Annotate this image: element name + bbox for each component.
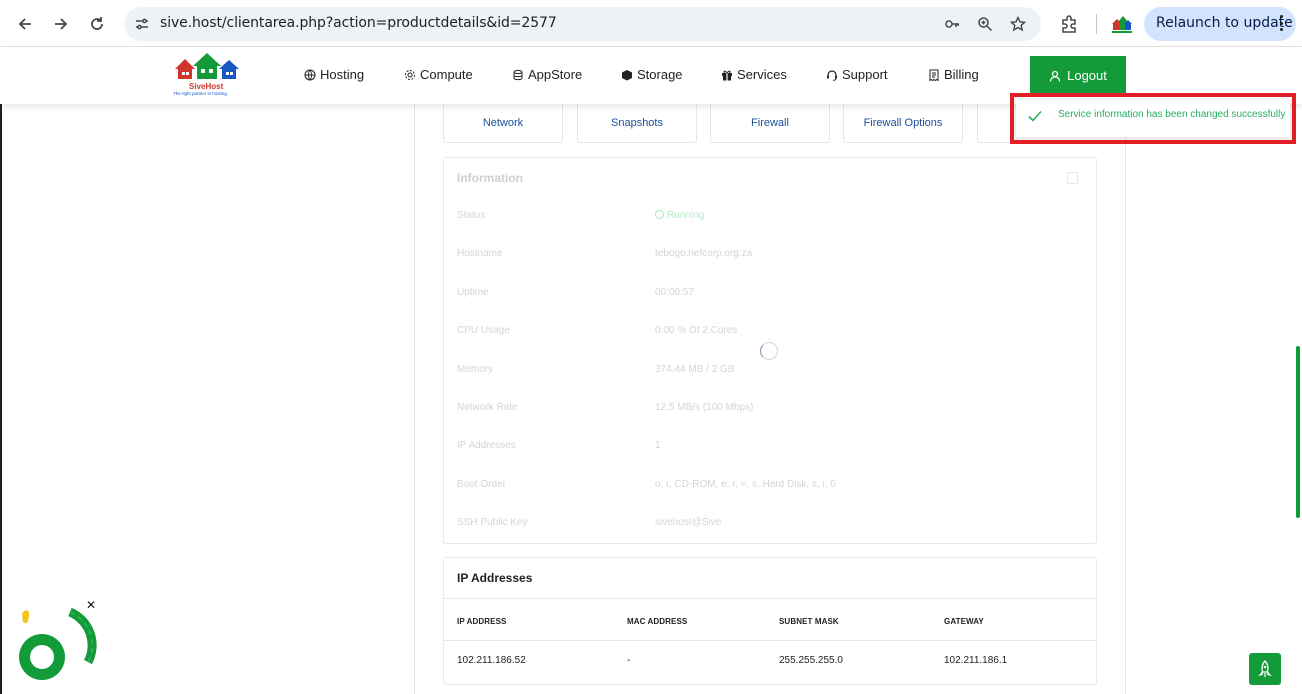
status-value: Running [655, 210, 704, 221]
profile-avatar-icon[interactable] [1110, 12, 1134, 36]
menu-billing-label: Billing [944, 67, 979, 82]
network-rate-value: 12.5 MB/s (100 Mbps) [655, 402, 754, 413]
logo-brand-text: SiveHost [189, 82, 224, 91]
cell-ip-address: 102.211.186.52 [457, 655, 526, 666]
content-left-border [414, 104, 415, 694]
menu-support-label: Support [842, 67, 888, 82]
menu-compute-label: Compute [420, 67, 473, 82]
ip-addresses-title: IP Addresses [457, 571, 533, 585]
tab-firewall-options[interactable]: Firewall Options [843, 104, 963, 143]
status-text: Running [667, 210, 705, 221]
cell-subnet-mask: 255.255.255.0 [779, 655, 843, 666]
information-title: Information [457, 171, 523, 185]
uptime-label: Uptime [457, 287, 489, 298]
globe-icon [304, 69, 316, 80]
database-icon [513, 69, 523, 80]
memory-value: 374.44 MB / 2 GB [655, 364, 735, 375]
cpu-usage-value: 0.00 % Of 2 Cores [655, 325, 738, 336]
cube-icon [622, 69, 632, 80]
browser-toolbar: sive.host/clientarea.php?action=productd… [0, 0, 1302, 47]
menu-hosting-label: Hosting [320, 67, 365, 82]
logo-tagline: The right partner in hosting. [173, 91, 229, 96]
toolbar-divider [1096, 14, 1097, 34]
collapse-toggle[interactable] [1067, 172, 1078, 184]
highlight-box [1010, 93, 1296, 144]
menu-storage-label: Storage [637, 67, 683, 82]
relaunch-update-button[interactable]: Relaunch to update [1144, 7, 1296, 41]
column-header-ip-address: IP ADDRESS [457, 617, 507, 626]
tab-snapshots[interactable]: Snapshots [577, 104, 697, 143]
bookmark-star-icon[interactable] [1010, 16, 1026, 32]
back-icon[interactable] [13, 12, 37, 36]
column-header-mac-address: MAC ADDRESS [627, 617, 688, 626]
menu-compute[interactable]: Compute [404, 67, 473, 82]
hostname-label: Hostname [457, 248, 503, 259]
logout-label: Logout [1067, 68, 1107, 83]
column-header-subnet-mask: SUBNET MASK [779, 617, 839, 626]
tab-firewall[interactable]: Firewall [710, 104, 830, 143]
waving-hand-icon [22, 610, 30, 624]
scrollbar-thumb[interactable] [1296, 346, 1300, 518]
menu-services[interactable]: Services [721, 67, 787, 82]
menu-services-label: Services [737, 67, 787, 82]
logo-houses-icon [175, 53, 239, 79]
loading-spinner-icon [760, 342, 778, 360]
ssh-key-value: sivehost@Sive [655, 517, 722, 528]
sivehost-logo[interactable]: SiveHost The right partner in hosting. [171, 53, 247, 97]
divider [444, 640, 1096, 641]
cell-gateway: 102.211.186.1 [944, 655, 1008, 666]
receipt-icon [929, 69, 939, 81]
content-right-border [1125, 104, 1126, 694]
chat-close-icon[interactable]: ✕ [86, 598, 96, 612]
site-settings-icon[interactable] [134, 16, 150, 32]
divider [444, 598, 1096, 599]
boot-order-value: o, r, CD-ROM, e, r, =, s, Hard Disk, s, … [655, 479, 836, 490]
ip-addresses-card: IP Addresses IP ADDRESS MAC ADDRESS SUBN… [443, 557, 1097, 685]
menu-appstore-label: AppStore [528, 67, 583, 82]
scroll-to-top-button[interactable] [1249, 653, 1281, 685]
network-rate-label: Network Rate [457, 402, 518, 413]
chat-widget[interactable] [14, 600, 98, 684]
ip-addresses-value: 1 [655, 440, 661, 451]
hostname-value: tebogo.nefcorp.org.za [655, 248, 753, 259]
menu-storage[interactable]: Storage [621, 67, 683, 82]
menu-billing[interactable]: Billing [928, 67, 979, 82]
more-menu-icon[interactable] [1280, 15, 1284, 31]
url-text[interactable]: sive.host/clientarea.php?action=productd… [160, 15, 557, 31]
menu-support[interactable]: Support [826, 67, 888, 82]
forward-icon[interactable] [49, 12, 73, 36]
boot-order-label: Boot Order [457, 479, 506, 490]
user-icon [1049, 70, 1061, 82]
column-header-gateway: GATEWAY [944, 617, 984, 626]
status-label: Status [457, 210, 486, 221]
logout-button[interactable]: Logout [1030, 56, 1126, 95]
menu-hosting[interactable]: Hosting [304, 67, 364, 82]
menu-appstore[interactable]: AppStore [512, 67, 582, 82]
gear-icon [405, 69, 415, 80]
uptime-value: 00:00:57 [655, 287, 694, 298]
memory-label: Memory [457, 364, 494, 375]
window-edge [0, 47, 2, 694]
address-bar[interactable]: sive.host/clientarea.php?action=productd… [124, 7, 1041, 41]
status-indicator-icon [655, 210, 664, 219]
zoom-icon[interactable] [977, 16, 993, 32]
chat-bubble-icon [19, 607, 97, 680]
gift-icon [722, 70, 732, 80]
cell-mac-address: - [627, 655, 631, 666]
reload-icon[interactable] [85, 12, 109, 36]
cpu-usage-label: CPU Usage [457, 325, 510, 336]
headset-icon [827, 69, 837, 81]
tab-network[interactable]: Network [443, 104, 563, 143]
password-key-icon[interactable] [944, 16, 960, 32]
rocket-icon [1258, 660, 1272, 677]
ssh-key-label: SSH Public Key [457, 517, 528, 528]
extensions-icon[interactable] [1059, 14, 1079, 34]
ip-addresses-label: IP Addresses [457, 440, 516, 451]
relaunch-label: Relaunch to update [1156, 15, 1293, 31]
